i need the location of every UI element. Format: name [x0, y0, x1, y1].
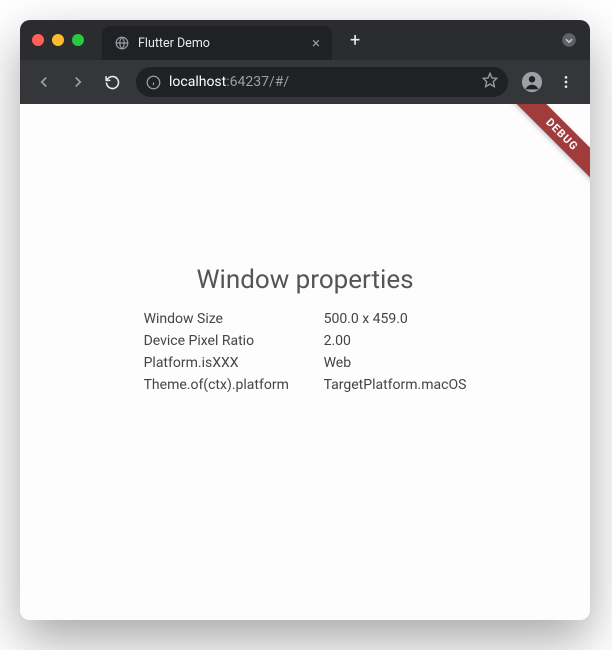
property-label: Theme.of(ctx).platform — [144, 377, 324, 393]
property-row: Platform.isXXX Web — [144, 355, 467, 371]
url-text: localhost:64237/#/ — [169, 74, 289, 90]
minimize-window-button[interactable] — [52, 34, 64, 46]
property-row: Device Pixel Ratio 2.00 — [144, 333, 467, 349]
page-title: Window properties — [196, 265, 413, 295]
property-row: Window Size 500.0 x 459.0 — [144, 311, 467, 327]
close-window-button[interactable] — [32, 34, 44, 46]
window-controls — [32, 34, 84, 46]
property-value: 2.00 — [324, 333, 351, 349]
page-viewport: DEBUG Window properties Window Size 500.… — [20, 104, 590, 620]
reload-button[interactable] — [98, 68, 126, 96]
property-value: TargetPlatform.macOS — [324, 377, 467, 393]
globe-icon — [114, 35, 130, 51]
browser-tab[interactable]: Flutter Demo × — [102, 26, 332, 60]
kebab-menu-button[interactable] — [552, 68, 580, 96]
url-rest: :64237/#/ — [226, 74, 289, 90]
browser-toolbar: localhost:64237/#/ — [20, 60, 590, 104]
properties-list: Window Size 500.0 x 459.0 Device Pixel R… — [144, 311, 467, 399]
titlebar: Flutter Demo × + — [20, 20, 590, 60]
forward-button[interactable] — [64, 68, 92, 96]
property-value: 500.0 x 459.0 — [324, 311, 408, 327]
property-label: Window Size — [144, 311, 324, 327]
address-bar[interactable]: localhost:64237/#/ — [136, 67, 508, 97]
close-tab-button[interactable]: × — [312, 34, 320, 52]
browser-window: Flutter Demo × + localhost:64237/#/ — [20, 20, 590, 620]
property-label: Device Pixel Ratio — [144, 333, 324, 349]
tab-title: Flutter Demo — [138, 36, 304, 51]
profile-button[interactable] — [518, 68, 546, 96]
property-row: Theme.of(ctx).platform TargetPlatform.ma… — [144, 377, 467, 393]
page-body: Window properties Window Size 500.0 x 45… — [20, 104, 590, 590]
new-tab-button[interactable]: + — [350, 30, 360, 51]
maximize-window-button[interactable] — [72, 34, 84, 46]
tabs-dropdown-icon[interactable] — [560, 31, 578, 49]
bookmark-star-icon[interactable] — [482, 72, 498, 92]
site-info-icon[interactable] — [146, 75, 161, 90]
property-label: Platform.isXXX — [144, 355, 324, 371]
url-host: localhost — [169, 74, 226, 90]
back-button[interactable] — [30, 68, 58, 96]
property-value: Web — [324, 355, 352, 371]
